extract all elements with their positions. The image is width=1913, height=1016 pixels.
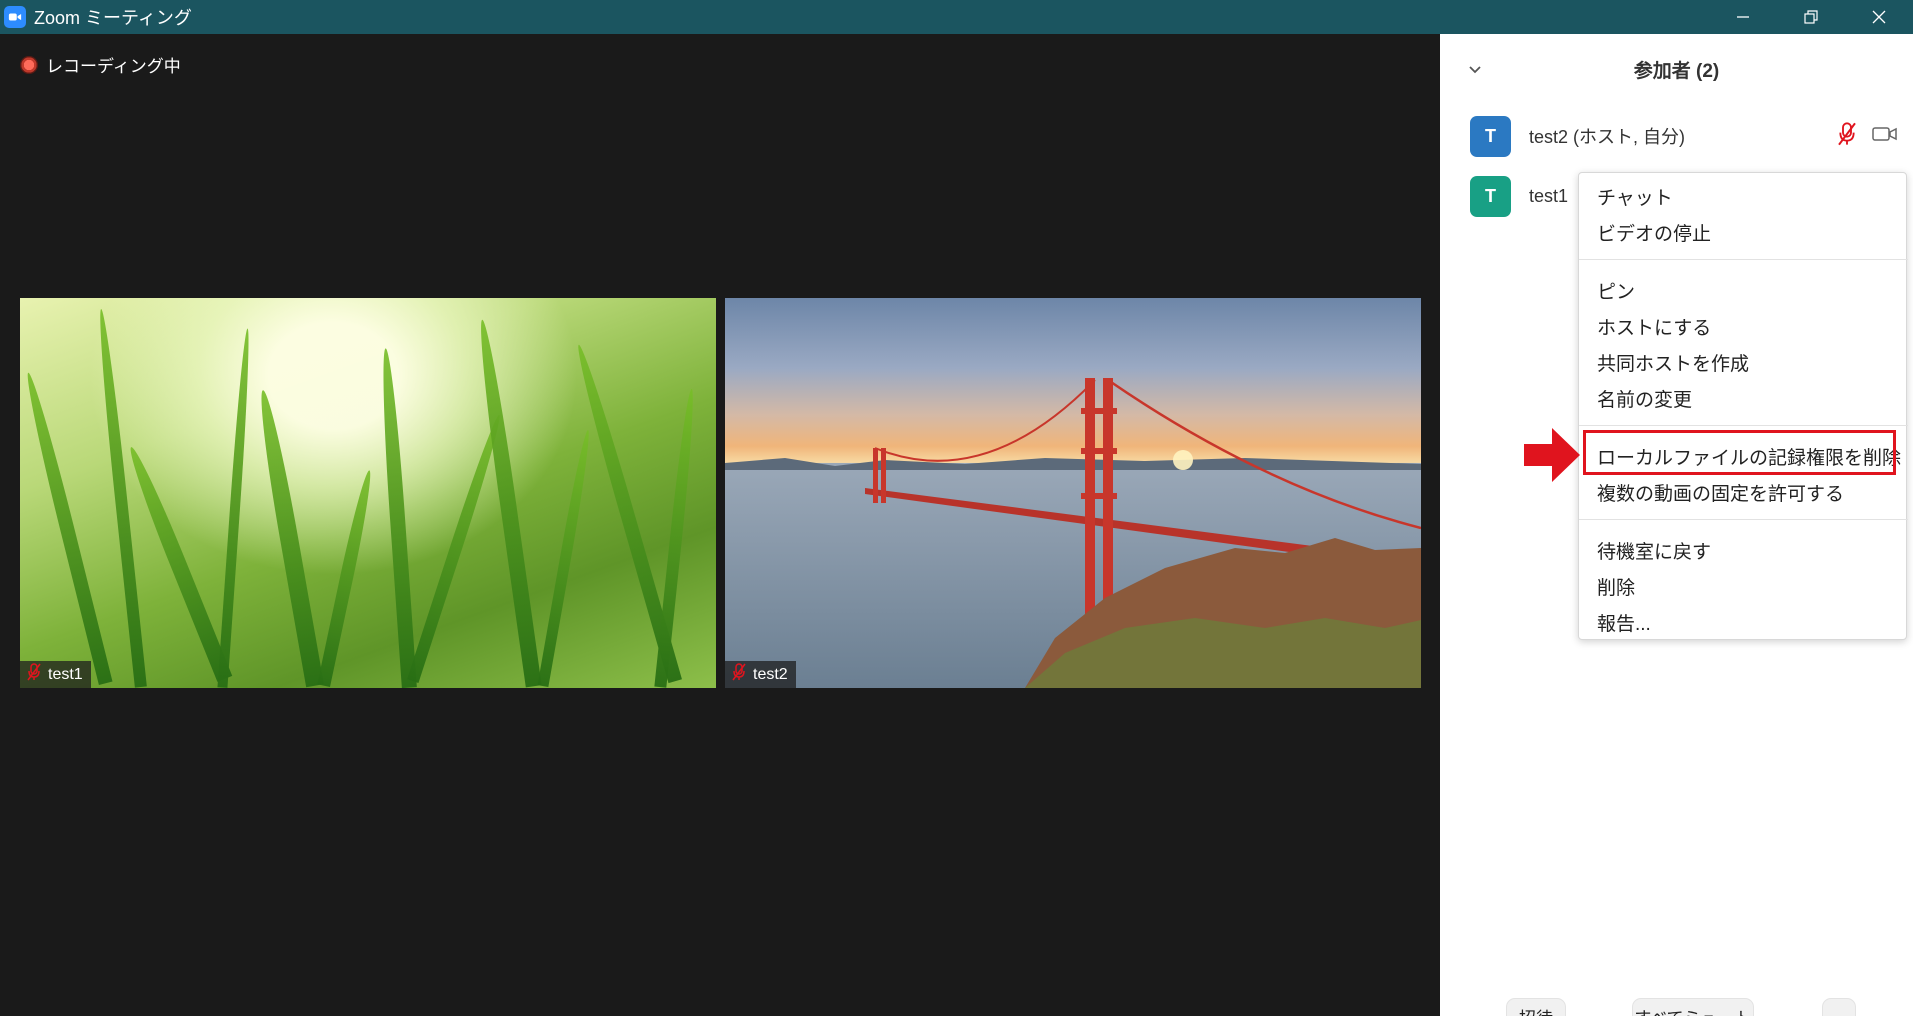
menu-item-chat[interactable]: チャット (1597, 183, 1673, 210)
avatar: T (1470, 175, 1511, 217)
close-button[interactable] (1845, 0, 1913, 34)
more-button[interactable]: ... (1822, 998, 1856, 1016)
menu-item-allow-multipin[interactable]: 複数の動画の固定を許可する (1597, 479, 1844, 506)
muted-mic-icon (26, 663, 48, 686)
minimize-icon (1737, 16, 1749, 18)
menu-item-make-cohost[interactable]: 共同ホストを作成 (1597, 349, 1749, 376)
menu-item-report[interactable]: 報告... (1597, 609, 1651, 636)
participant-name: test1 (1529, 185, 1569, 206)
menu-item-rename[interactable]: 名前の変更 (1597, 385, 1692, 412)
muted-mic-icon[interactable] (1836, 122, 1858, 146)
panel-header: 参加者 (2) (1440, 34, 1913, 104)
video-tile-test1[interactable]: test1 (20, 298, 716, 688)
recording-label: レコーディング中 (46, 57, 181, 76)
video-camera-icon[interactable] (1872, 124, 1898, 144)
close-icon (1872, 10, 1886, 24)
window-title: Zoom ミーティング (34, 8, 192, 28)
zoom-camera-icon (4, 6, 26, 28)
invite-button[interactable]: 招待 (1506, 998, 1566, 1016)
chevron-down-icon[interactable] (1466, 60, 1484, 78)
tile-name-label: test2 (725, 661, 796, 688)
recording-indicator[interactable]: レコーディング中 (20, 52, 181, 77)
restore-button[interactable] (1777, 0, 1845, 34)
tile-name: test2 (753, 665, 788, 683)
participant-name: test2 (ホスト, 自分) (1529, 127, 1686, 147)
menu-divider (1579, 259, 1908, 260)
menu-item-remove[interactable]: 削除 (1597, 573, 1635, 600)
red-arrow-icon (1524, 428, 1580, 482)
menu-item-waiting-room[interactable]: 待機室に戻す (1597, 537, 1711, 564)
title-bar: Zoom ミーティング (0, 0, 1913, 34)
record-icon (20, 55, 38, 74)
participant-row[interactable]: T test1 (1470, 174, 1568, 218)
menu-divider (1579, 425, 1908, 426)
minimize-button[interactable] (1709, 0, 1777, 34)
muted-mic-icon (731, 663, 753, 686)
participant-row[interactable]: T test2 (ホスト, 自分) (1470, 114, 1685, 158)
tile-name: test1 (48, 665, 83, 683)
panel-title: 参加者 (2) (1633, 60, 1720, 82)
participant-context-menu: チャット ビデオの停止 ピン ホストにする 共同ホストを作成 名前の変更 ローカ… (1578, 172, 1908, 640)
highlight-box (1583, 430, 1896, 475)
mute-all-button[interactable]: すべてミュート (1632, 998, 1754, 1016)
menu-item-pin[interactable]: ピン (1597, 277, 1635, 304)
video-tile-test2[interactable]: test2 (725, 298, 1421, 688)
tile-name-label: test1 (20, 661, 91, 688)
menu-item-make-host[interactable]: ホストにする (1597, 313, 1711, 340)
menu-divider (1579, 519, 1908, 520)
bridge-background (725, 378, 1421, 688)
avatar: T (1470, 115, 1511, 157)
menu-item-stop-video[interactable]: ビデオの停止 (1597, 219, 1711, 246)
restore-icon (1804, 10, 1818, 24)
